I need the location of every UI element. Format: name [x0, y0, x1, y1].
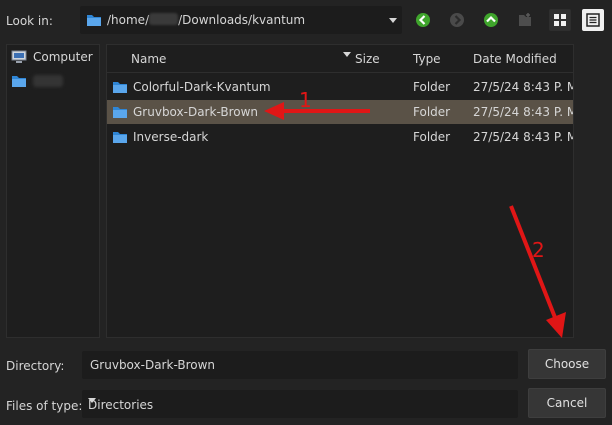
- new-folder-icon: [519, 13, 531, 26]
- file-name: Gruvbox-Dark-Brown: [133, 105, 259, 119]
- column-header-date[interactable]: Date Modified: [473, 52, 557, 66]
- folder-icon: [12, 76, 26, 87]
- folder-icon: [112, 81, 128, 97]
- back-button[interactable]: [412, 9, 434, 31]
- column-header-name[interactable]: Name: [131, 52, 166, 66]
- annotation-label-1: 1: [299, 88, 312, 112]
- file-type: Folder: [413, 105, 451, 119]
- file-date: 27/5/24 8:43 P. M.: [473, 80, 574, 94]
- choose-button[interactable]: Choose: [528, 349, 606, 379]
- sidebar-item-computer[interactable]: Computer: [11, 50, 93, 64]
- file-type: Folder: [413, 130, 451, 144]
- icon-view-button[interactable]: [549, 9, 571, 31]
- directory-input[interactable]: Gruvbox-Dark-Brown: [82, 351, 518, 379]
- file-type-label: Files of type:: [6, 399, 83, 413]
- table-row[interactable]: Inverse-dark Folder 27/5/24 8:43 P. M.: [107, 125, 574, 149]
- look-in-label: Look in:: [6, 14, 53, 28]
- forward-icon: [450, 13, 464, 27]
- computer-icon: [11, 50, 27, 63]
- detail-view-button[interactable]: [582, 9, 604, 31]
- table-row-selected[interactable]: Gruvbox-Dark-Brown Folder 27/5/24 8:43 P…: [107, 100, 574, 124]
- sidebar: Computer: [6, 44, 100, 338]
- file-type-select[interactable]: Directories: [82, 390, 518, 418]
- directory-label: Directory:: [6, 359, 65, 373]
- folder-icon: [112, 106, 128, 122]
- cancel-button[interactable]: Cancel: [528, 388, 606, 418]
- look-in-combo[interactable]: /home//Downloads/kvantum: [80, 6, 402, 34]
- icon-view-icon: [554, 14, 566, 26]
- file-list-header: Name Size Type Date Modified: [107, 45, 573, 73]
- annotation-label-2: 2: [532, 238, 545, 262]
- column-header-size[interactable]: Size: [355, 52, 380, 66]
- detail-view-icon: [586, 13, 600, 27]
- table-row[interactable]: Colorful-Dark-Kvantum Folder 27/5/24 8:4…: [107, 75, 574, 99]
- folder-icon: [86, 13, 102, 30]
- redacted-username: [149, 13, 179, 25]
- directory-value: Gruvbox-Dark-Brown: [90, 358, 216, 372]
- sidebar-item-label: Computer: [33, 50, 93, 64]
- file-name: Inverse-dark: [133, 130, 209, 144]
- file-type-value: Directories: [88, 398, 154, 412]
- chevron-down-icon[interactable]: [88, 398, 96, 403]
- file-name: Colorful-Dark-Kvantum: [133, 80, 271, 94]
- forward-button[interactable]: [446, 9, 468, 31]
- chevron-down-icon[interactable]: [389, 18, 397, 23]
- up-icon: [484, 13, 498, 27]
- file-list[interactable]: Name Size Type Date Modified Colorful-Da…: [106, 44, 574, 338]
- folder-icon: [112, 131, 128, 147]
- sort-descending-icon: [343, 52, 351, 57]
- back-icon: [416, 13, 430, 27]
- redacted-label: [33, 75, 63, 87]
- up-button[interactable]: [480, 9, 502, 31]
- file-type: Folder: [413, 80, 451, 94]
- column-header-type[interactable]: Type: [413, 52, 441, 66]
- file-date: 27/5/24 8:43 P. M.: [473, 105, 574, 119]
- file-date: 27/5/24 8:43 P. M.: [473, 130, 574, 144]
- sidebar-item-home[interactable]: [11, 74, 63, 88]
- new-folder-button[interactable]: [514, 9, 536, 31]
- look-in-path: /home//Downloads/kvantum: [107, 13, 306, 27]
